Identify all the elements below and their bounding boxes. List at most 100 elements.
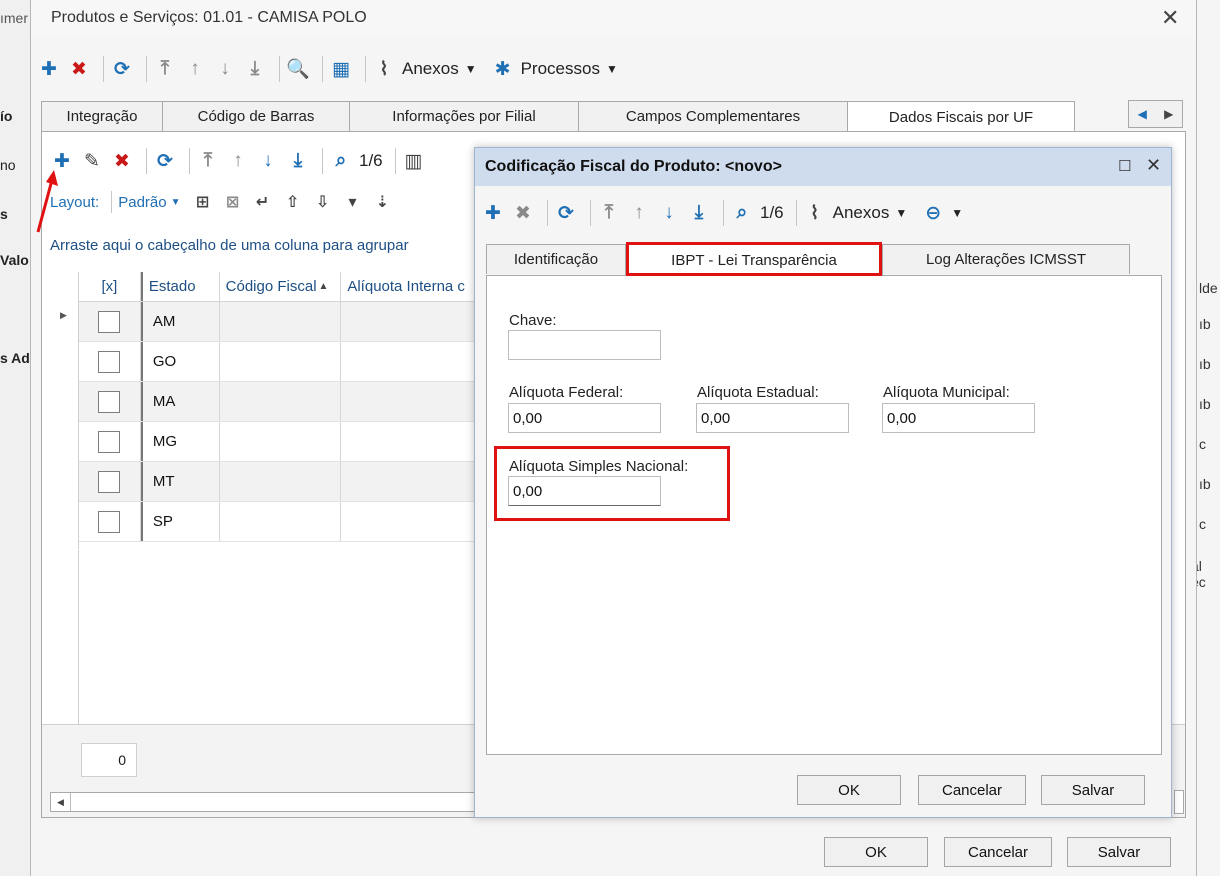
bg-text: ımer xyxy=(0,10,28,26)
layout-select[interactable]: Padrão xyxy=(118,194,166,211)
layout-add-icon[interactable]: ⊞ xyxy=(191,189,215,215)
delete-icon[interactable]: ✖ xyxy=(511,200,535,226)
tab-dados-fiscais-uf[interactable]: Dados Fiscais por UF xyxy=(847,101,1075,133)
next-record-icon[interactable]: ↓ xyxy=(213,56,237,82)
next-record-icon[interactable]: ↓ xyxy=(657,200,681,226)
table-row[interactable]: MG xyxy=(79,422,478,462)
chevron-down-icon[interactable]: ▼ xyxy=(606,62,618,76)
layout-remove-icon[interactable]: ⊠ xyxy=(221,189,245,215)
dialog-cancel-button[interactable]: Cancelar xyxy=(918,775,1026,805)
previous-record-icon[interactable]: ↑ xyxy=(183,56,207,82)
processes-icon[interactable]: ⊖ xyxy=(921,200,945,226)
refresh-icon[interactable]: ⟳ xyxy=(554,200,578,226)
column-header-codigo-fiscal[interactable]: Código Fiscal ▲ xyxy=(220,272,342,301)
refresh-icon[interactable]: ⟳ xyxy=(153,148,177,174)
main-window-title: Produtos e Serviços: 01.01 - CAMISA POLO xyxy=(51,9,367,26)
grid-empty-area xyxy=(78,550,478,734)
last-record-icon[interactable]: ⤓ xyxy=(687,200,711,226)
arrow-right-icon[interactable]: ▶ xyxy=(1164,107,1173,121)
bg-text: s Ad xyxy=(0,350,30,366)
bg-text: ıb xyxy=(1199,356,1211,372)
dialog-save-button[interactable]: Salvar xyxy=(1041,775,1145,805)
row-checkbox[interactable] xyxy=(98,350,121,373)
chevron-down-icon[interactable]: ▼ xyxy=(465,62,477,76)
arrow-left-icon[interactable]: ◀ xyxy=(1138,107,1147,121)
aliquota-federal-input[interactable]: 0,00 xyxy=(508,403,661,433)
anexos-menu[interactable]: Anexos xyxy=(402,59,459,79)
chevron-down-icon[interactable]: ▼ xyxy=(895,206,907,220)
cancel-button[interactable]: Cancelar xyxy=(944,837,1052,867)
grid-header: [x] Estado Código Fiscal ▲ Alíquota Inte… xyxy=(79,272,478,302)
row-checkbox[interactable] xyxy=(98,470,121,493)
close-icon[interactable]: ✕ xyxy=(1161,5,1179,31)
delete-icon[interactable]: ✖ xyxy=(110,148,134,174)
columns-icon[interactable]: ▥ xyxy=(402,148,426,174)
scroll-left-icon[interactable]: ◀ xyxy=(51,793,71,811)
search-report-icon[interactable]: 🔍 xyxy=(286,56,310,82)
first-record-icon[interactable]: ⤒ xyxy=(597,200,621,226)
maximize-icon[interactable]: ☐ xyxy=(1118,157,1131,175)
chave-input[interactable] xyxy=(508,330,661,360)
export-icon[interactable]: ▦ xyxy=(329,56,353,82)
column-header-estado[interactable]: Estado xyxy=(140,272,220,301)
row-checkbox[interactable] xyxy=(98,430,121,453)
search-icon[interactable]: ⌕ xyxy=(730,200,754,226)
layout-down-icon[interactable]: ⇩ xyxy=(311,189,335,215)
column-header-select[interactable]: [x] xyxy=(79,272,141,301)
layout-enter-icon[interactable]: ↵ xyxy=(251,189,275,215)
row-checkbox[interactable] xyxy=(98,390,121,413)
tab-log-alteracoes-icmsst[interactable]: Log Alterações ICMSST xyxy=(882,244,1130,274)
ok-button[interactable]: OK xyxy=(824,837,928,867)
table-row[interactable]: GO xyxy=(79,342,478,382)
edit-icon[interactable]: ✎ xyxy=(80,148,104,174)
cell-codigo-fiscal xyxy=(220,382,342,421)
last-record-icon[interactable]: ⤓ xyxy=(286,148,310,174)
next-record-icon[interactable]: ↓ xyxy=(256,148,280,174)
background-window-right: lde ıb ıb ıb c ıb c al ec xyxy=(1191,0,1220,876)
pin-icon[interactable]: ⇣ xyxy=(371,189,395,215)
search-icon[interactable]: ⌕ xyxy=(329,148,353,174)
tab-codigo-barras[interactable]: Código de Barras xyxy=(162,101,350,131)
row-checkbox[interactable] xyxy=(98,310,121,333)
cell-aliquota-interna xyxy=(341,502,478,541)
chevron-down-icon[interactable]: ▼ xyxy=(951,206,963,220)
chevron-down-icon[interactable]: ▼ xyxy=(171,197,181,208)
row-checkbox[interactable] xyxy=(98,510,121,533)
bg-text: lde xyxy=(1199,280,1218,296)
sort-asc-icon: ▲ xyxy=(318,281,329,292)
tab-informacoes-filial[interactable]: Informações por Filial xyxy=(349,101,579,131)
paint-icon[interactable]: ▾ xyxy=(341,189,365,215)
table-row[interactable]: MA xyxy=(79,382,478,422)
cell-estado: MT xyxy=(140,462,220,501)
last-record-icon[interactable]: ⤓ xyxy=(243,56,267,82)
cell-estado: GO xyxy=(140,342,220,381)
previous-record-icon[interactable]: ↑ xyxy=(627,200,651,226)
layout-up-icon[interactable]: ⇧ xyxy=(281,189,305,215)
aliquota-estadual-label: Alíquota Estadual: xyxy=(697,384,819,401)
add-icon[interactable]: ✚ xyxy=(481,200,505,226)
processos-menu[interactable]: Processos xyxy=(521,59,600,79)
refresh-icon[interactable]: ⟳ xyxy=(110,56,134,82)
table-row[interactable]: SP xyxy=(79,502,478,542)
tab-campos-complementares[interactable]: Campos Complementares xyxy=(578,101,848,131)
previous-record-icon[interactable]: ↑ xyxy=(226,148,250,174)
dialog-toolbar: ✚ ✖ ⟳ ⤒ ↑ ↓ ⤓ ⌕ 1/6 ⌇ Anexos ▼ ⊖ ▼ xyxy=(481,198,977,228)
table-row[interactable]: MT xyxy=(79,462,478,502)
close-icon[interactable]: ✕ xyxy=(1146,155,1161,176)
dialog-ok-button[interactable]: OK xyxy=(797,775,901,805)
first-record-icon[interactable]: ⤒ xyxy=(153,56,177,82)
first-record-icon[interactable]: ⤒ xyxy=(196,148,220,174)
aliquota-municipal-input[interactable]: 0,00 xyxy=(882,403,1035,433)
add-icon[interactable]: ✚ xyxy=(37,56,61,82)
scrollbar-end[interactable] xyxy=(1174,790,1184,814)
column-header-aliquota-interna[interactable]: Alíquota Interna c xyxy=(341,272,478,301)
horizontal-scrollbar[interactable]: ◀ xyxy=(50,792,480,812)
delete-icon[interactable]: ✖ xyxy=(67,56,91,82)
aliquota-estadual-input[interactable]: 0,00 xyxy=(696,403,849,433)
dialog-anexos-menu[interactable]: Anexos xyxy=(833,203,890,223)
table-row[interactable]: AM xyxy=(79,302,478,342)
tab-integracao[interactable]: Integração xyxy=(41,101,163,131)
bg-text: ıb xyxy=(1199,316,1211,332)
tab-identificacao[interactable]: Identificação xyxy=(486,244,626,274)
save-button[interactable]: Salvar xyxy=(1067,837,1171,867)
